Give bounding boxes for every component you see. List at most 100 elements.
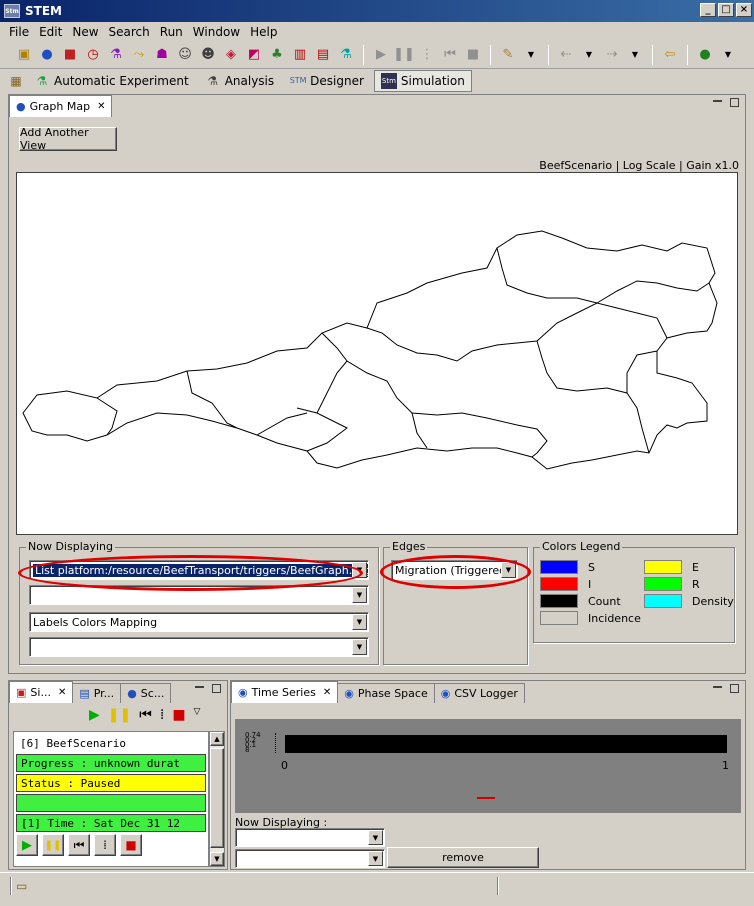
stop-icon[interactable]: ■ [463,45,483,65]
menu-edit[interactable]: Edit [34,25,67,39]
maximize-view-icon[interactable] [212,684,221,693]
menu-run[interactable]: Run [155,25,188,39]
maximize-view-icon[interactable] [730,684,739,693]
tab-time-series[interactable]: ◉ Time Series ✕ [231,681,339,703]
tab-projects[interactable]: ▤ Pr... [72,683,122,703]
maximize-view-icon[interactable] [730,98,739,107]
map-canvas[interactable] [16,172,738,535]
stop-button[interactable]: ■ [120,834,142,856]
chevron-down-icon[interactable]: ▼ [579,45,599,65]
simulation-name[interactable]: [6] BeefScenario [16,734,206,752]
model-icon[interactable]: ■ [60,45,80,65]
open-perspective-icon[interactable]: ▦ [8,73,24,89]
predicate-icon[interactable]: ◩ [244,45,264,65]
legend-swatch-i [540,577,578,591]
prev-edit-icon[interactable]: ⇠ [556,45,576,65]
pin-icon[interactable]: ✎ [498,45,518,65]
menu-window[interactable]: Window [188,25,245,39]
reset-icon[interactable]: ⏮ [440,45,460,65]
sequencer-icon[interactable]: ⚗ [336,45,356,65]
experiment-icon[interactable]: ▤ [313,45,333,65]
decorator-icon[interactable]: ◈ [221,45,241,65]
pause-icon[interactable]: ❚❚ [393,45,415,65]
scroll-up-icon[interactable]: ▲ [210,732,224,746]
perspective-designer[interactable]: STM Designer [284,71,370,91]
tab-scenarios[interactable]: ● Sc... [120,683,172,703]
graph-icon[interactable]: ⤳ [129,45,149,65]
reset-button[interactable]: ⏮ [68,834,90,856]
run-icon[interactable]: ▶ [89,707,100,723]
trigger-icon[interactable]: ▥ [290,45,310,65]
perspective-automatic-experiment[interactable]: ⚗ Automatic Experiment [28,71,195,91]
close-icon[interactable]: ✕ [323,687,331,698]
label-combo[interactable]: ▼ [29,637,369,657]
chevron-down-icon[interactable]: ▼ [352,614,367,630]
run-config-icon[interactable]: ● [695,45,715,65]
minimize-button[interactable]: _ [700,3,716,17]
perspective-simulation[interactable]: Stm Simulation [373,69,472,92]
series-select-1[interactable]: ▼ [235,828,385,847]
person-icon[interactable]: ☺ [175,45,195,65]
tab-simulations[interactable]: ▣ Si... ✕ [9,681,74,703]
edges-combo[interactable]: Migration (Triggered) ▼ [391,560,518,580]
population-icon[interactable]: ☗ [152,45,172,65]
chevron-down-icon[interactable]: ▼ [521,45,541,65]
close-button[interactable]: × [736,3,752,17]
close-icon[interactable]: ✕ [58,687,66,698]
chevron-down-icon[interactable]: ▼ [501,562,516,578]
close-icon[interactable]: ✕ [97,101,105,112]
fast-view-icon[interactable]: ▭ [16,879,27,893]
tab-csv-logger[interactable]: ◉ CSV Logger [433,683,525,703]
tab-phase-space[interactable]: ◉ Phase Space [337,683,435,703]
menu-search[interactable]: Search [104,25,155,39]
menu-help[interactable]: Help [245,25,282,39]
remove-button[interactable]: remove [387,847,539,868]
chevron-down-icon[interactable]: ▼ [352,639,367,655]
flask-icon[interactable]: ⚗ [106,45,126,65]
colors-mapping-combo[interactable]: Labels Colors Mapping ▼ [29,612,369,632]
chevron-down-icon[interactable]: ▼ [625,45,645,65]
chevron-down-icon[interactable]: ▼ [368,830,383,845]
scroll-thumb[interactable] [210,748,224,848]
view-menu-icon[interactable]: ▽ [194,707,201,723]
legend-label-e: E [692,561,699,574]
globe-icon: ● [16,100,26,113]
chevron-down-icon[interactable]: ▼ [352,587,367,603]
simulation-panel: ▣ Si... ✕ ▤ Pr... ● Sc... ▶ ❚❚ ⏮ ⁞ ■ ▽ [… [8,680,228,870]
minimize-view-icon[interactable] [713,686,722,688]
maximize-button[interactable]: □ [718,3,734,17]
step-button[interactable]: ⁞ [94,834,116,856]
designer-icon: STM [289,76,307,85]
globe-icon[interactable]: ● [37,45,57,65]
property-combo[interactable]: ▼ [29,585,369,605]
simulation-list[interactable]: [6] BeefScenario Progress : unknown dura… [13,731,209,867]
vertical-scrollbar[interactable]: ▲ ▼ [209,731,225,867]
step-icon[interactable]: ⁞ [160,707,164,723]
pause-button[interactable]: ❚❚ [42,834,64,856]
tab-graph-map[interactable]: ● Graph Map ✕ [9,95,113,117]
people-icon[interactable]: ☻ [198,45,218,65]
minimize-view-icon[interactable] [713,100,722,102]
open-folder-icon[interactable]: ▣ [14,45,34,65]
next-edit-icon[interactable]: ⇢ [602,45,622,65]
modifier-icon[interactable]: ♣ [267,45,287,65]
pause-icon[interactable]: ❚❚ [108,707,131,723]
clock-icon[interactable]: ◷ [83,45,103,65]
scroll-down-icon[interactable]: ▼ [210,852,224,866]
run-button[interactable]: ▶ [16,834,38,856]
logger-source-combo[interactable]: List platform:/resource/BeefTransport/tr… [29,560,369,580]
chevron-down-icon[interactable]: ▼ [352,562,367,578]
series-select-2[interactable]: ▼ [235,849,385,868]
minimize-view-icon[interactable] [195,686,204,688]
chevron-down-icon[interactable]: ▼ [368,851,383,866]
run-icon[interactable]: ▶ [371,45,391,65]
menu-file[interactable]: File [4,25,34,39]
stop-icon[interactable]: ■ [172,707,185,723]
step-icon[interactable]: ⋮ [417,45,437,65]
reset-icon[interactable]: ⏮ [139,707,152,723]
back-icon[interactable]: ⇦ [660,45,680,65]
menu-new[interactable]: New [67,25,103,39]
chevron-down-icon[interactable]: ▼ [718,45,738,65]
perspective-analysis[interactable]: ⚗ Analysis [199,71,280,91]
add-another-view-button[interactable]: Add Another View [19,126,117,152]
